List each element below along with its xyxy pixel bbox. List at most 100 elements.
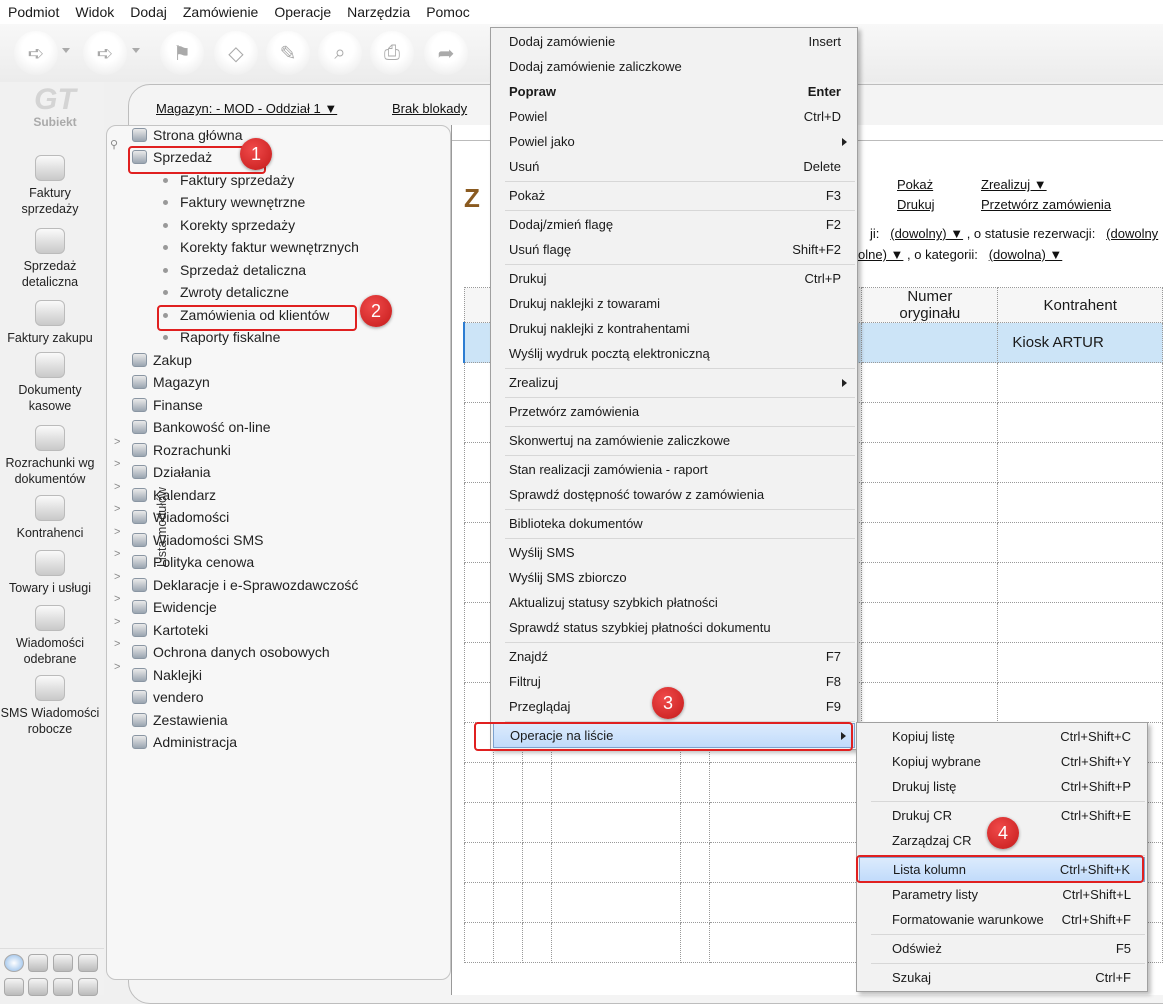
documents-icon[interactable] (4, 978, 24, 996)
expand-chevron-icon[interactable]: > (114, 503, 120, 515)
menu-item-sprawdz-doste-pnos-c-towaro-w-z-zamo-wienia[interactable]: Sprawdź dostępność towarów z zamówienia (493, 482, 855, 507)
menu-item-formatowanie-warunkowe[interactable]: Formatowanie warunkowe Ctrl+Shift+F (859, 907, 1145, 932)
expand-chevron-icon[interactable]: > (114, 548, 120, 560)
sidebar-item-sprzedaz-detaliczna[interactable]: Sprzedaż detaliczna (0, 228, 100, 290)
tree-item-administracja[interactable]: Administracja (132, 734, 237, 750)
filter-category-dropdown[interactable]: (dowolna) ▼ (989, 247, 1063, 262)
menu-podmiot[interactable]: Podmiot (8, 4, 59, 20)
tree-item-raporty-fiskalne[interactable]: Raporty fiskalne (163, 329, 280, 345)
export-icon[interactable]: ➦ (424, 31, 468, 75)
menu-item-popraw[interactable]: Popraw Enter (493, 79, 855, 104)
tree-item-kartoteki[interactable]: Kartoteki (132, 622, 208, 638)
tree-item-ewidencje[interactable]: Ewidencje (132, 599, 217, 615)
tree-item-rozrachunki[interactable]: Rozrachunki (132, 442, 231, 458)
tree-item-wiadomos-ci[interactable]: Wiadomości (132, 509, 229, 525)
expand-chevron-icon[interactable]: > (114, 616, 120, 628)
print-link[interactable]: Drukuj (897, 197, 935, 212)
menu-item-kopiuj-liste[interactable]: Kopiuj listę Ctrl+Shift+C (859, 724, 1145, 749)
realize-link[interactable]: Zrealizuj ▼ (981, 177, 1047, 192)
pin-icon[interactable]: ⚲ (110, 138, 118, 151)
menu-item-przetwo-rz-zamo-wienia[interactable]: Przetwórz zamówienia (493, 399, 855, 424)
tree-item-vendero[interactable]: vendero (132, 689, 204, 705)
copies-icon[interactable] (53, 978, 73, 996)
database-icon[interactable] (28, 954, 48, 972)
tree-item-deklaracje-i-e-sprawozdawczos-c[interactable]: Deklaracje i e-Sprawozdawczość (132, 577, 358, 593)
cards-icon[interactable] (78, 978, 98, 996)
menu-item-kopiuj-wybrane[interactable]: Kopiuj wybrane Ctrl+Shift+Y (859, 749, 1145, 774)
sidebar-item-sms-wiadomos-ci-robocze[interactable]: SMS Wiadomości robocze (0, 675, 100, 737)
sidebar-item-faktury-sprzedaz-y[interactable]: Faktury sprzedaży (0, 155, 100, 217)
menu-item-znajdz[interactable]: Znajdź F7 (493, 644, 855, 669)
tree-item-faktury-wewne-trzne[interactable]: Faktury wewnętrzne (163, 194, 305, 210)
menu-narze-dzia[interactable]: Narzędzia (347, 4, 410, 20)
tree-item-zwroty-detaliczne[interactable]: Zwroty detaliczne (163, 284, 289, 300)
forward-icon[interactable]: ➪ (83, 31, 127, 75)
expand-chevron-icon[interactable]: > (114, 458, 120, 470)
filter-dropdown[interactable]: olne) ▼ (858, 247, 903, 262)
tree-item-kalendarz[interactable]: Kalendarz (132, 487, 216, 503)
new-document-icon[interactable]: ◇ (214, 31, 258, 75)
tree-item-korekty-sprzedaz-y[interactable]: Korekty sprzedaży (163, 217, 295, 233)
menu-operacje[interactable]: Operacje (274, 4, 331, 20)
tree-item-ochrona-danych-osobowych[interactable]: Ochrona danych osobowych (132, 644, 330, 660)
expand-chevron-icon[interactable]: > (114, 571, 120, 583)
tree-item-wiadomos-ci-sms[interactable]: Wiadomości SMS (132, 532, 263, 548)
print-icon[interactable]: ⎙ (370, 31, 414, 75)
menu-item-powiel[interactable]: Powiel Ctrl+D (493, 104, 855, 129)
menu-item-usun[interactable]: Usuń Delete (493, 154, 855, 179)
menu-item-pokaz[interactable]: Pokaż F3 (493, 183, 855, 208)
menu-item-wys-lij-sms[interactable]: Wyślij SMS (493, 540, 855, 565)
tree-item-sprzedaz-detaliczna[interactable]: Sprzedaż detaliczna (163, 262, 306, 278)
menu-item-drukuj-naklejki-z-kontrahentami[interactable]: Drukuj naklejki z kontrahentami (493, 316, 855, 341)
tree-item-finanse[interactable]: Finanse (132, 397, 203, 413)
home-flag-icon[interactable]: ⚑ (160, 31, 204, 75)
back-dropdown-icon[interactable] (62, 48, 70, 53)
menu-item-wys-lij-sms-zbiorczo[interactable]: Wyślij SMS zbiorczo (493, 565, 855, 590)
menu-pomoc[interactable]: Pomoc (426, 4, 470, 20)
filter-reservation-dropdown[interactable]: (dowolny (1106, 226, 1158, 241)
menu-item-wys-lij-wydruk-poczta-elektroniczna[interactable]: Wyślij wydruk pocztą elektroniczną (493, 341, 855, 366)
tree-item-zestawienia[interactable]: Zestawienia (132, 712, 228, 728)
menu-item-usun-flage[interactable]: Usuń flagę Shift+F2 (493, 237, 855, 262)
warehouse-selector[interactable]: Magazyn: - MOD - Oddział 1 ▼ (156, 101, 337, 116)
expand-chevron-icon[interactable]: > (114, 638, 120, 650)
menu-item-stan-realizacji-zamo-wienia-raport[interactable]: Stan realizacji zamówienia - raport (493, 457, 855, 482)
menu-item-aktualizuj-statusy-szybkich-p-atnos-ci[interactable]: Aktualizuj statusy szybkich płatności (493, 590, 855, 615)
expand-chevron-icon[interactable]: > (114, 526, 120, 538)
sidebar-item-wiadomos-ci-odebrane[interactable]: Wiadomości odebrane (0, 605, 100, 667)
expand-chevron-icon[interactable]: > (114, 593, 120, 605)
menu-item-parametry-listy[interactable]: Parametry listy Ctrl+Shift+L (859, 882, 1145, 907)
menu-item-skonwertuj-na-zamo-wienie-zaliczkowe[interactable]: Skonwertuj na zamówienie zaliczkowe (493, 428, 855, 453)
sidebar-item-kontrahenci[interactable]: Kontrahenci (0, 495, 100, 541)
menu-item-dodaj-zmien-flage[interactable]: Dodaj/zmień flagę F2 (493, 212, 855, 237)
tree-item-polityka-cenowa[interactable]: Polityka cenowa (132, 554, 254, 570)
tree-item-korekty-faktur-wewne-trznych[interactable]: Korekty faktur wewnętrznych (163, 239, 359, 255)
column-header[interactable]: Numer oryginału (861, 287, 999, 323)
tree-item-bankowos-c-on-line[interactable]: Bankowość on-line (132, 419, 271, 435)
back-icon[interactable]: ➪ (14, 31, 58, 75)
register-icon[interactable] (53, 954, 73, 972)
menu-item-dodaj-zamo-wienie[interactable]: Dodaj zamówienie Insert (493, 29, 855, 54)
find-icon[interactable]: ⌕ (318, 31, 362, 75)
tree-item-magazyn[interactable]: Magazyn (132, 374, 210, 390)
show-link[interactable]: Pokaż (897, 177, 933, 192)
menu-item-dodaj-zamo-wienie-zaliczkowe[interactable]: Dodaj zamówienie zaliczkowe (493, 54, 855, 79)
menu-item-szukaj[interactable]: Szukaj Ctrl+F (859, 965, 1145, 990)
tree-item-zakup[interactable]: Zakup (132, 352, 192, 368)
tree-item-faktury-sprzedaz-y[interactable]: Faktury sprzedaży (163, 172, 294, 188)
sidebar-item-towary-i-us-ugi[interactable]: Towary i usługi (0, 550, 100, 596)
process-orders-link[interactable]: Przetwórz zamówienia (981, 197, 1111, 212)
menu-item-powiel-jako[interactable]: Powiel jako (493, 129, 855, 154)
menu-zamo-wienie[interactable]: Zamówienie (183, 4, 258, 20)
sidebar-item-dokumenty-kasowe[interactable]: Dokumenty kasowe (0, 352, 100, 414)
tree-item-strona-g-o-wna[interactable]: Strona główna (132, 127, 243, 143)
tree-item-dzia-ania[interactable]: Działania (132, 464, 211, 480)
sidebar-item-rozrachunki-wg-dokumento-w[interactable]: Rozrachunki wg dokumentów (0, 425, 100, 487)
menu-item-biblioteka-dokumento-w[interactable]: Biblioteka dokumentów (493, 511, 855, 536)
column-header[interactable]: Kontrahent (997, 287, 1163, 323)
circle-view-icon[interactable] (4, 954, 24, 972)
menu-item-drukuj[interactable]: Drukuj Ctrl+P (493, 266, 855, 291)
expand-chevron-icon[interactable]: > (114, 436, 120, 448)
menu-item-drukuj-naklejki-z-towarami[interactable]: Drukuj naklejki z towarami (493, 291, 855, 316)
edit-icon[interactable]: ✎ (266, 31, 310, 75)
